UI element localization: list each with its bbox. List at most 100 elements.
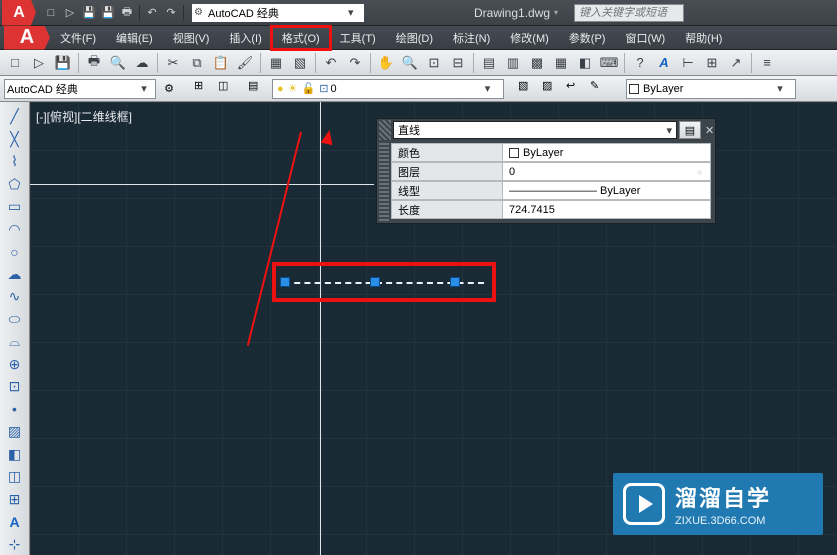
menu-parametric[interactable]: 参数(P) xyxy=(559,27,616,49)
layer-combo[interactable]: ● ☀ 🔓 ⊡ ▾ xyxy=(272,79,504,99)
menu-tools[interactable]: 工具(T) xyxy=(330,27,386,49)
more-button[interactable]: ≡ xyxy=(756,53,778,73)
prop-linetype-value[interactable]: ———————— ByLayer xyxy=(503,181,711,200)
new-icon[interactable]: □ xyxy=(42,4,60,22)
xline-tool[interactable]: ╳ xyxy=(3,129,27,151)
save-button[interactable]: 💾 xyxy=(52,53,74,73)
redo-button[interactable]: ↷ xyxy=(344,53,366,73)
layer-prev-button[interactable]: ↩ xyxy=(566,79,588,99)
grip-mid[interactable] xyxy=(370,277,380,287)
block-button[interactable]: ▦ xyxy=(265,53,287,73)
zoom-button[interactable]: 🔍 xyxy=(399,53,421,73)
zoom-window-button[interactable]: ⊡ xyxy=(423,53,445,73)
table-tool[interactable]: ⊞ xyxy=(3,489,27,511)
open-button[interactable]: ▷ xyxy=(28,53,50,73)
layer-match-button[interactable]: ✎ xyxy=(590,79,612,99)
mleader-style-button[interactable]: ↗ xyxy=(725,53,747,73)
menu-format[interactable]: 格式(O) xyxy=(272,27,330,49)
layer-iso-button[interactable]: ▨ xyxy=(542,79,564,99)
saveas-icon[interactable]: 💾 xyxy=(99,4,117,22)
menu-modify[interactable]: 修改(M) xyxy=(500,27,559,49)
properties-button[interactable]: ▤ xyxy=(478,53,500,73)
object-type-combo[interactable]: 直线 ▾ xyxy=(393,121,677,139)
title-dropdown-icon[interactable]: ▾ xyxy=(554,8,558,17)
polygon-tool[interactable]: ⬠ xyxy=(3,174,27,196)
cut-button[interactable]: ✂ xyxy=(162,53,184,73)
grip-start[interactable] xyxy=(280,277,290,287)
menu-file[interactable]: 文件(F) xyxy=(50,27,106,49)
palette-toggle-icon[interactable]: « xyxy=(697,167,711,178)
chevron-down-icon[interactable]: ▾ xyxy=(658,124,672,137)
region-tool[interactable]: ◫ xyxy=(3,466,27,488)
layer-tool-1[interactable]: ⊞ xyxy=(194,79,216,99)
palette-grip[interactable] xyxy=(379,120,391,140)
table-style-button[interactable]: ⊞ xyxy=(701,53,723,73)
insert-block-tool[interactable]: ⊕ xyxy=(3,354,27,376)
color-combo[interactable]: ▾ xyxy=(626,79,796,99)
ellipse-arc-tool[interactable]: ⌓ xyxy=(3,331,27,353)
palette-options-button[interactable]: ▤ xyxy=(679,121,701,139)
redo-icon[interactable]: ↷ xyxy=(162,4,180,22)
match-button[interactable]: 🖌 xyxy=(234,53,256,73)
make-block-tool[interactable]: ⊡ xyxy=(3,376,27,398)
workspace-dropdown[interactable]: ⚙ ▾ xyxy=(192,4,364,22)
menu-window[interactable]: 窗口(W) xyxy=(615,27,675,49)
menu-view[interactable]: 视图(V) xyxy=(163,27,220,49)
publish-button[interactable]: ☁ xyxy=(131,53,153,73)
addselected-tool[interactable]: ⊹ xyxy=(3,534,27,555)
mtext-tool[interactable]: A xyxy=(3,511,27,533)
app-logo[interactable]: A xyxy=(2,0,36,26)
grip-end[interactable] xyxy=(450,277,460,287)
preview-button[interactable]: 🔍 xyxy=(107,53,129,73)
chevron-down-icon[interactable]: ▾ xyxy=(348,6,362,19)
gradient-tool[interactable]: ◧ xyxy=(3,444,27,466)
print-button[interactable]: 🖶 xyxy=(83,53,105,73)
rectangle-tool[interactable]: ▭ xyxy=(3,196,27,218)
save-icon[interactable]: 💾 xyxy=(80,4,98,22)
edit-block-button[interactable]: ▧ xyxy=(289,53,311,73)
chevron-down-icon[interactable]: ▾ xyxy=(773,82,787,95)
text-style-button[interactable]: A xyxy=(653,53,675,73)
print-icon[interactable]: 🖶 xyxy=(118,4,136,22)
palette-side-grip[interactable] xyxy=(379,143,389,221)
dim-style-button[interactable]: ⊢ xyxy=(677,53,699,73)
workspace-combo[interactable]: ▾ xyxy=(4,79,156,99)
paste-button[interactable]: 📋 xyxy=(210,53,232,73)
pan-button[interactable]: ✋ xyxy=(375,53,397,73)
ws-settings-button[interactable]: ⚙ xyxy=(158,79,180,99)
prop-color-value[interactable]: ByLayer xyxy=(503,143,711,162)
menu-dimension[interactable]: 标注(N) xyxy=(443,27,500,49)
chevron-down-icon[interactable]: ▾ xyxy=(137,82,151,95)
new-button[interactable]: □ xyxy=(4,53,26,73)
menu-insert[interactable]: 插入(I) xyxy=(219,27,271,49)
help-button[interactable]: ? xyxy=(629,53,651,73)
calc-button[interactable]: ⌨ xyxy=(598,53,620,73)
drawing-area[interactable]: [-][俯视][二维线框] 直线 ▾ ▤ ✕ 颜色 ByLayer 图层 xyxy=(30,102,837,555)
menu-edit[interactable]: 编辑(E) xyxy=(106,27,163,49)
markup-button[interactable]: ◧ xyxy=(574,53,596,73)
line-tool[interactable]: ╱ xyxy=(3,106,27,128)
sheet-set-button[interactable]: ▦ xyxy=(550,53,572,73)
app-logo-large[interactable]: A xyxy=(4,26,50,50)
menu-draw[interactable]: 绘图(D) xyxy=(386,27,443,49)
undo-button[interactable]: ↶ xyxy=(320,53,342,73)
layer-props-button[interactable]: ▤ xyxy=(248,79,270,99)
open-icon[interactable]: ▷ xyxy=(61,4,79,22)
layer-tool-2[interactable]: ◫ xyxy=(218,79,240,99)
zoom-prev-button[interactable]: ⊟ xyxy=(447,53,469,73)
circle-tool[interactable]: ○ xyxy=(3,241,27,263)
arc-tool[interactable]: ◠ xyxy=(3,219,27,241)
ellipse-tool[interactable]: ⬭ xyxy=(3,309,27,331)
close-icon[interactable]: ✕ xyxy=(701,124,715,137)
copy-button[interactable]: ⧉ xyxy=(186,53,208,73)
point-tool[interactable]: • xyxy=(3,399,27,421)
design-center-button[interactable]: ▥ xyxy=(502,53,524,73)
viewport-label[interactable]: [-][俯视][二维线框] xyxy=(36,108,132,125)
chevron-down-icon[interactable]: ▾ xyxy=(480,82,494,95)
prop-layer-value[interactable]: 0 xyxy=(503,162,711,181)
revcloud-tool[interactable]: ☁ xyxy=(3,264,27,286)
spline-tool[interactable]: ∿ xyxy=(3,286,27,308)
polyline-tool[interactable]: ⌇ xyxy=(3,151,27,173)
layer-state-button[interactable]: ▧ xyxy=(518,79,540,99)
menu-help[interactable]: 帮助(H) xyxy=(675,27,732,49)
